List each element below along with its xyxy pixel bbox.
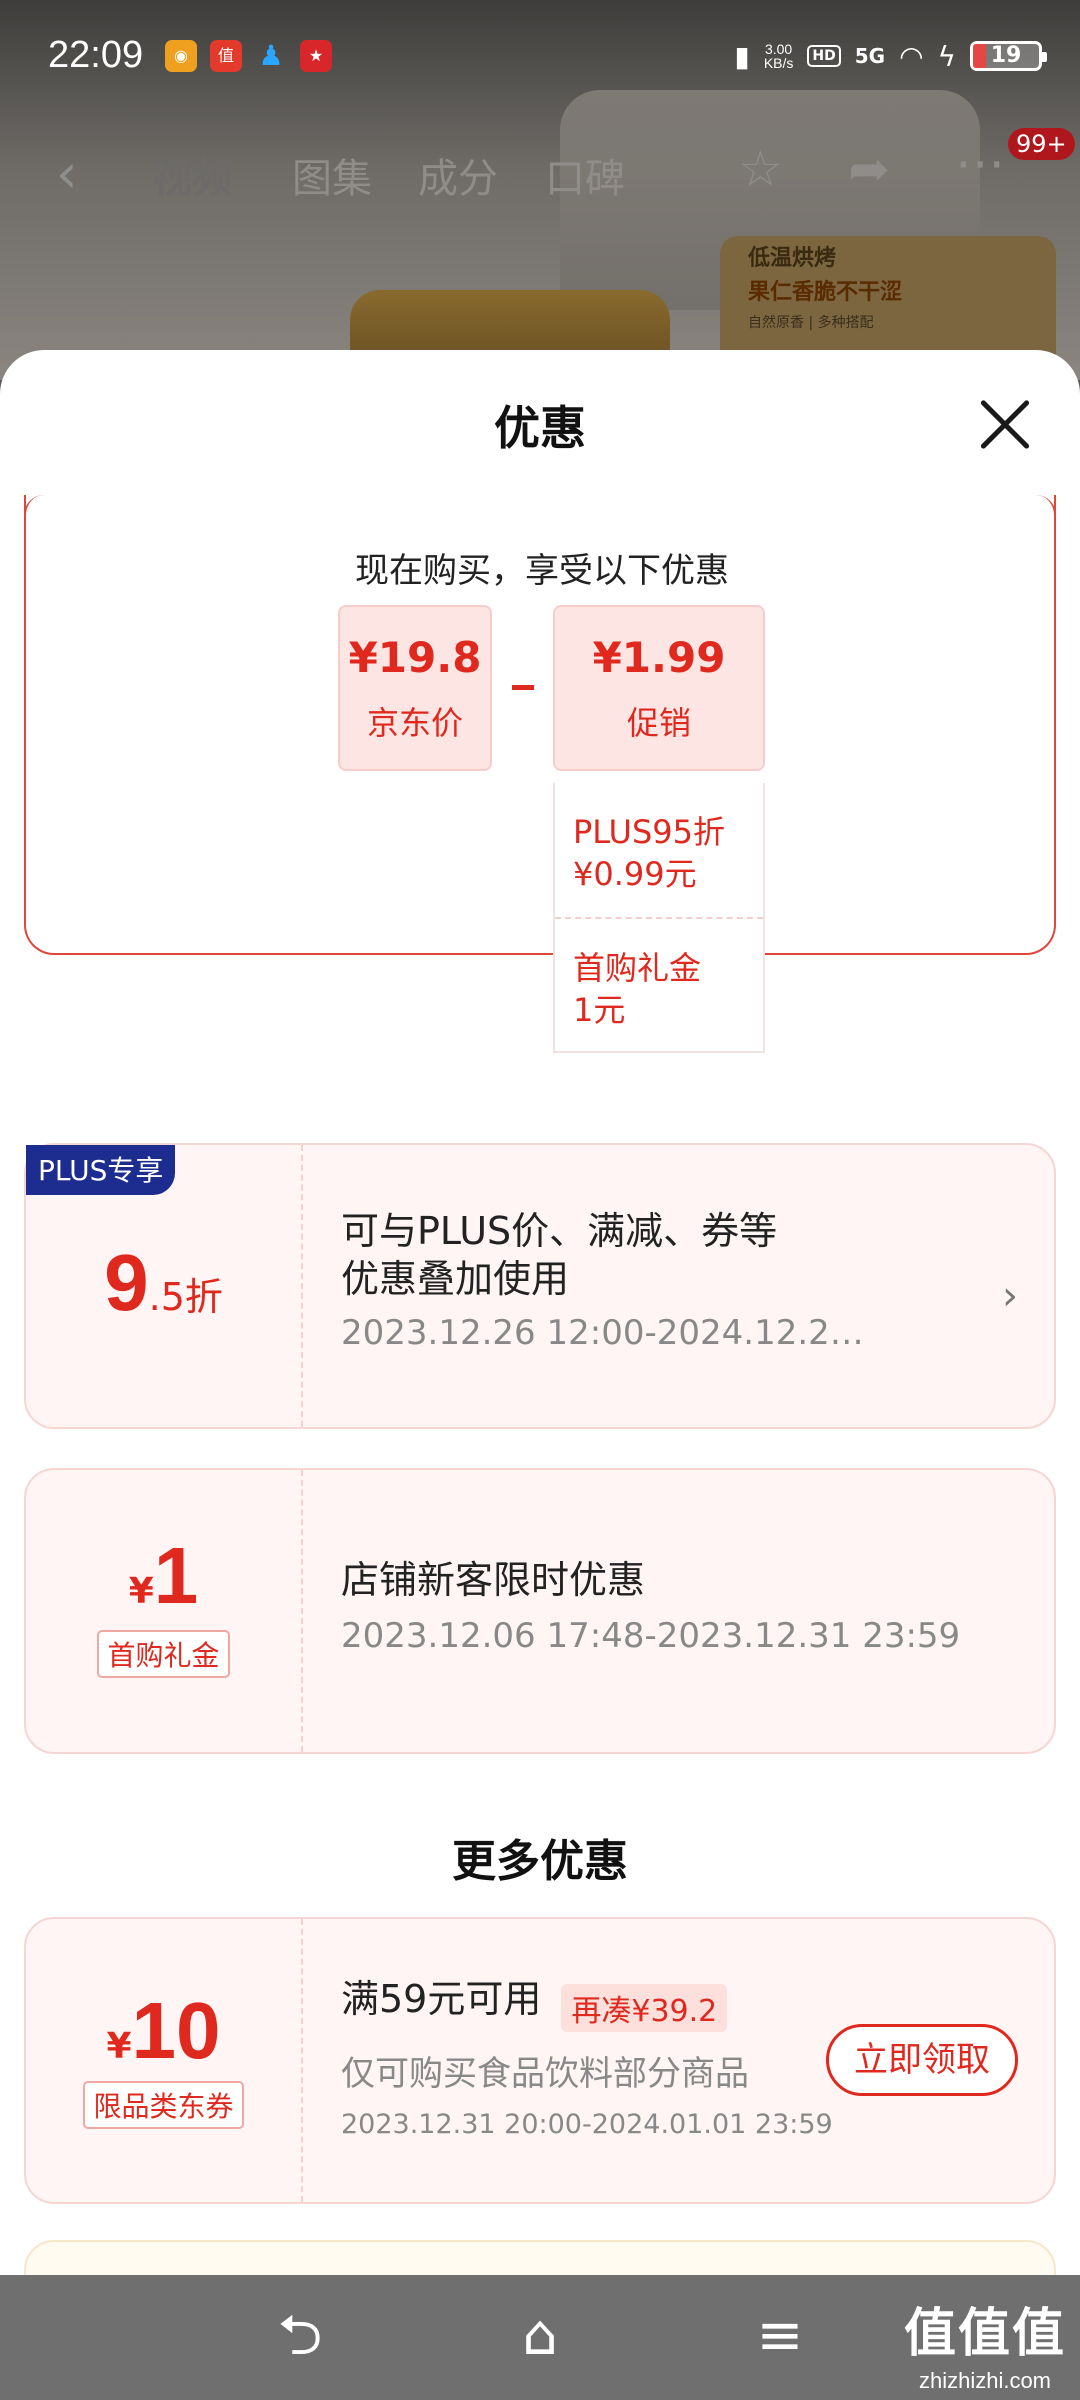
coupon-title-line-1: 可与PLUS价、满减、券等 [341, 1209, 778, 1253]
first-purchase-coupon[interactable]: ¥1 首购礼金 店铺新客限时优惠 2023.12.06 17:48-2023.1… [24, 1468, 1056, 1754]
favorite-star-icon[interactable]: ☆ [738, 140, 783, 198]
message-count-badge: 99+ [1008, 128, 1075, 160]
promo-detail-list: PLUS95折 ¥0.99元 首购礼金 1元 [553, 783, 765, 1053]
currency-symbol: ¥ [128, 1571, 154, 1612]
plus-discount-coupon[interactable]: PLUS专享 9.5折 可与PLUS价、满减、券等 优惠叠加使用 2023.12… [24, 1143, 1056, 1429]
status-bar: 22:09 ◉ 值 ♟ ★ ▮ 3.00 KB/s HD 5G ◠ ϟ 19 [0, 0, 1080, 110]
tab-gallery[interactable]: 图集 [292, 146, 372, 204]
coupon-validity-date: 2023.12.06 17:48-2023.12.31 23:59 [341, 1616, 961, 1656]
currency-symbol: ¥ [106, 2026, 132, 2067]
coupon-value: 9.5折 [26, 1145, 301, 1427]
coupon-divider [301, 1145, 303, 1427]
coupon-amount: 10 [131, 1986, 221, 2075]
product-top-nav: ‹ 视频 图集 成分 口碑 ☆ ➦ ⋯ [0, 130, 1080, 210]
category-coupon: ¥10 限品类东券 满59元可用 再凑¥39.2 仅可购买食品饮料部分商品 202… [24, 1917, 1056, 2204]
coupon-divider [301, 1470, 303, 1752]
chevron-right-icon[interactable]: › [1002, 1273, 1018, 1319]
back-nav-icon[interactable]: ⮌ [265, 2301, 335, 2371]
home-nav-icon[interactable]: ⌂ [505, 2301, 575, 2371]
network-speed: 3.00 KB/s [763, 41, 794, 71]
close-icon[interactable] [976, 396, 1034, 454]
discount-sheet: 优惠 现在购买，享受以下优惠 ¥19.8 京东价 ¥1.99 促销 PLUS95… [0, 350, 1080, 2275]
more-icon[interactable]: ⋯ [955, 134, 1005, 192]
tab-video[interactable]: 视频 [152, 146, 232, 204]
minus-sign [512, 685, 534, 690]
coupon-body: 店铺新客限时优惠 2023.12.06 17:48-2023.12.31 23:… [341, 1470, 1014, 1752]
discount-summary: 现在购买，享受以下优惠 ¥19.8 京东价 ¥1.99 促销 PLUS95折 ¥… [24, 495, 1056, 1053]
promo-line-3: 自然原香 | 多种搭配 [748, 315, 874, 331]
coupon-body: 可与PLUS价、满减、券等 优惠叠加使用 2023.12.26 12:00-20… [341, 1145, 1014, 1427]
shopping-notification-icon: ★ [300, 40, 332, 72]
battery-icon: 19 [970, 41, 1047, 71]
hd-icon: HD [807, 45, 841, 67]
clock: 22:09 [48, 34, 144, 76]
back-icon[interactable]: ‹ [56, 142, 78, 205]
more-discounts-heading: 更多优惠 [452, 1836, 628, 1887]
jd-price-value: ¥19.8 [348, 633, 482, 682]
coupon-validity-date: 2023.12.31 20:00-2024.01.01 23:59 [341, 2108, 833, 2140]
coupon-title-line-2: 优惠叠加使用 [341, 1257, 570, 1301]
claim-coupon-button[interactable]: 立即领取 [826, 2024, 1018, 2096]
promo-price-value: ¥1.99 [592, 633, 726, 682]
coupon-value: ¥10 限品类东券 [26, 1919, 301, 2202]
coupon-discount-unit: .5折 [148, 1275, 223, 1319]
promo-line-2: 果仁香脆不干涩 [748, 280, 903, 305]
app-notification-icon: ◉ [165, 40, 197, 72]
smzdm-notification-icon: 值 [210, 40, 242, 72]
promo-detail-plus: PLUS95折 ¥0.99元 [573, 813, 725, 893]
battery-level-fill [973, 44, 986, 68]
charging-icon: ϟ [937, 39, 956, 73]
qq-notification-icon: ♟ [258, 39, 284, 72]
summary-heading: 现在购买，享受以下优惠 [355, 551, 729, 591]
coupon-value: ¥1 首购礼金 [26, 1470, 301, 1752]
tab-ingredients[interactable]: 成分 [418, 146, 498, 204]
system-navigation-bar: ⮌ ⌂ ≡ 值值值 zhizhizhi.com [0, 2275, 1080, 2400]
cellular-5g-icon: 5G [854, 44, 886, 68]
coupon-type-label: 首购礼金 [97, 1630, 230, 1678]
coupon-title: 店铺新客限时优惠 [341, 1558, 646, 1602]
coupon-discount-number: 9 [104, 1238, 149, 1327]
next-coupon-card [24, 2240, 1056, 2275]
coupon-amount: 1 [153, 1531, 199, 1620]
wifi-icon: ◠ [899, 39, 924, 73]
coupon-divider [301, 1919, 303, 2202]
jd-price-box: ¥19.8 京东价 [338, 605, 492, 771]
promo-price-box: ¥1.99 促销 [553, 605, 765, 771]
vibrate-icon: ▮ [734, 39, 750, 73]
coupon-type-label: 限品类东券 [83, 2081, 244, 2129]
promo-detail-first-purchase: 首购礼金 1元 [555, 917, 763, 1051]
sheet-title: 优惠 [494, 401, 586, 455]
remaining-amount-tag: 再凑¥39.2 [561, 1983, 728, 2032]
tab-reviews[interactable]: 口碑 [545, 146, 625, 204]
promo-price-label: 促销 [626, 704, 691, 742]
status-indicators: ▮ 3.00 KB/s HD 5G ◠ ϟ 19 [734, 36, 1047, 76]
jd-price-label: 京东价 [366, 704, 463, 742]
coupon-threshold: 满59元可用 [341, 1977, 542, 2021]
coupon-validity-date: 2023.12.26 12:00-2024.12.2… [341, 1313, 864, 1353]
watermark: 值值值 zhizhizhi.com [903, 2304, 1066, 2393]
menu-nav-icon[interactable]: ≡ [745, 2301, 815, 2371]
share-icon[interactable]: ➦ [848, 140, 890, 198]
promo-line-1: 低温烘烤 [748, 246, 837, 271]
